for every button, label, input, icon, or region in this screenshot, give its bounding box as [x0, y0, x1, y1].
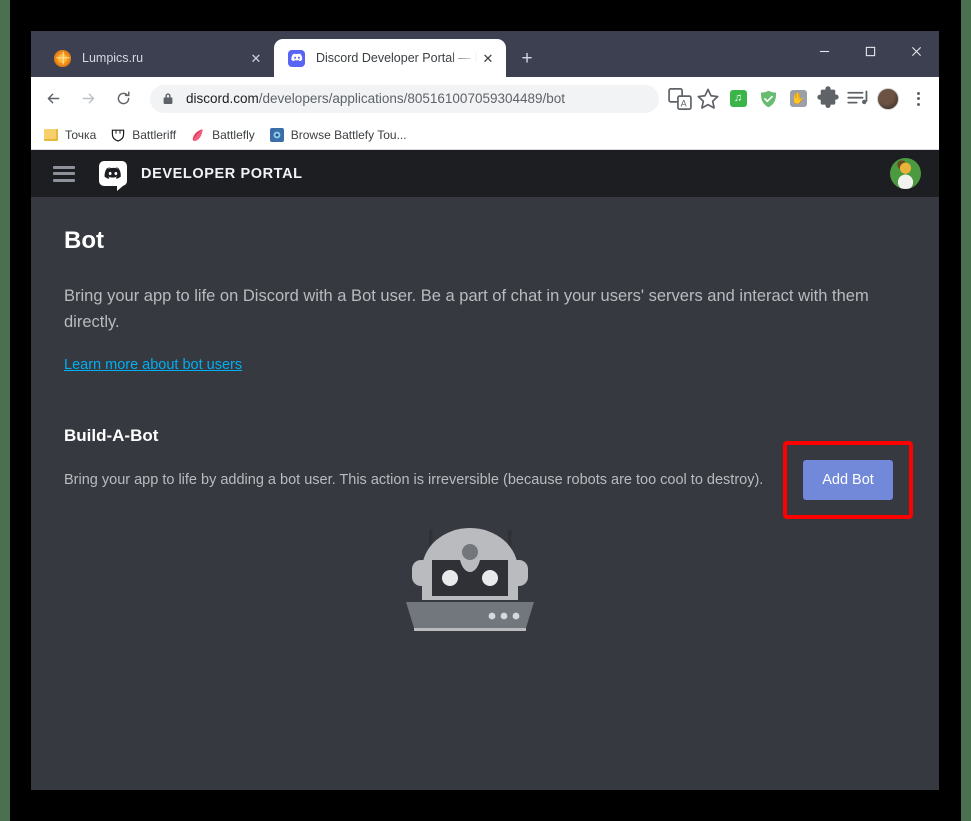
discord-icon [288, 50, 305, 67]
bookmarks-bar: Точка Battleriff Battlefly Browse Battle… [31, 120, 939, 150]
hamburger-menu-icon[interactable] [53, 166, 75, 182]
discord-developer-portal: DEVELOPER PORTAL Bot Bring your app to l… [31, 150, 939, 790]
url-text: discord.com/developers/applications/8051… [186, 91, 565, 106]
close-button[interactable] [893, 31, 939, 71]
three-dot-menu-icon[interactable] [905, 86, 931, 112]
browser-tab-lumpics[interactable]: Lumpics.ru ✕ [40, 39, 274, 77]
adguard-shield-icon[interactable] [755, 86, 781, 112]
playlist-icon[interactable] [845, 86, 871, 112]
user-avatar-icon[interactable] [890, 158, 921, 189]
avatar [877, 88, 899, 110]
music-note-icon: ♫ [730, 90, 747, 107]
app-header: DEVELOPER PORTAL [31, 150, 939, 197]
bookmark-tochka[interactable]: Точка [43, 127, 96, 143]
bookmark-label: Battlefly [212, 128, 255, 142]
left-edge-strip [0, 0, 10, 821]
bookmark-label: Battleriff [132, 128, 176, 142]
star-icon[interactable] [695, 86, 721, 112]
section-title: Build-A-Bot [64, 426, 893, 446]
url-path: /developers/applications/805161007059304… [259, 91, 565, 106]
orange-slice-icon [54, 50, 71, 67]
window-controls [801, 31, 939, 71]
bookmark-battlefly[interactable]: Battlefly [190, 127, 255, 143]
reload-icon[interactable] [107, 83, 139, 115]
bookmark-battlefy[interactable]: Browse Battlefy Tou... [269, 127, 407, 143]
page-description: Bring your app to life on Discord with a… [64, 283, 893, 335]
bookmark-label: Точка [65, 128, 96, 142]
puzzle-extension-icon[interactable] [815, 86, 841, 112]
add-bot-button[interactable]: Add Bot [803, 460, 893, 500]
new-tab-button[interactable]: + [512, 43, 542, 73]
browser-window: Lumpics.ru ✕ Discord Developer Portal — … [31, 31, 939, 790]
back-arrow-icon[interactable] [37, 83, 69, 115]
battlefy-icon [269, 127, 285, 143]
build-a-bot-section: Build-A-Bot Bring your app to life by ad… [64, 426, 893, 636]
page-title: Bot [64, 227, 893, 255]
hand-icon: ✋ [790, 90, 807, 107]
robot-illustration [64, 518, 893, 636]
lock-icon [162, 92, 174, 105]
right-edge-strip [961, 0, 971, 821]
music-extension-icon[interactable]: ♫ [725, 86, 751, 112]
battleriff-icon [110, 127, 126, 143]
svg-text:A: A [681, 98, 688, 108]
tab-strip: Lumpics.ru ✕ Discord Developer Portal — … [31, 31, 939, 77]
page-content: Bot Bring your app to life on Discord wi… [31, 197, 939, 790]
battlefly-icon [190, 127, 206, 143]
discord-logo-icon[interactable] [99, 161, 127, 186]
translate-icon[interactable]: A [667, 86, 693, 112]
tab-close-icon[interactable]: ✕ [246, 48, 266, 68]
brand-title: DEVELOPER PORTAL [141, 166, 303, 182]
browser-tab-discord[interactable]: Discord Developer Portal — My A ✕ [274, 39, 506, 77]
url-host: discord.com [186, 91, 259, 106]
browser-toolbar: discord.com/developers/applications/8051… [31, 77, 939, 120]
bookmark-battleriff[interactable]: Battleriff [110, 127, 176, 143]
grey-extension-icon[interactable]: ✋ [785, 86, 811, 112]
forward-arrow-icon[interactable] [72, 83, 104, 115]
maximize-button[interactable] [847, 31, 893, 71]
folder-icon [43, 127, 59, 143]
tab-title: Discord Developer Portal — My A [316, 51, 478, 65]
address-bar[interactable]: discord.com/developers/applications/8051… [150, 85, 659, 113]
bookmark-label: Browse Battlefy Tou... [291, 128, 407, 142]
tab-title: Lumpics.ru [82, 51, 246, 65]
minimize-button[interactable] [801, 31, 847, 71]
tab-close-icon[interactable]: ✕ [478, 48, 498, 68]
learn-more-link[interactable]: Learn more about bot users [64, 357, 242, 373]
section-description: Bring your app to life by adding a bot u… [64, 472, 763, 488]
profile-avatar-icon[interactable] [875, 86, 901, 112]
